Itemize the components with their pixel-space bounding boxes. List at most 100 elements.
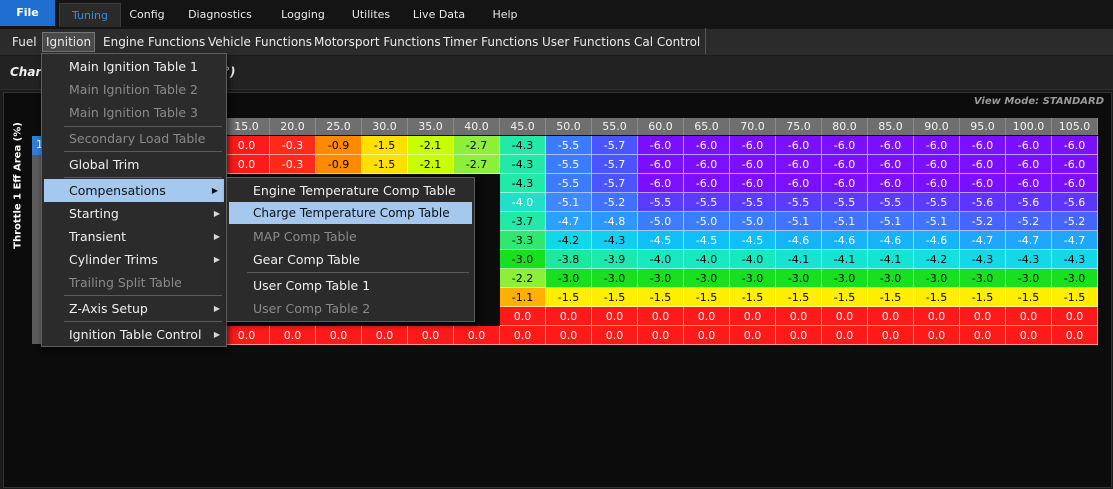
table-cell[interactable]: -4.3	[500, 136, 546, 155]
table-cell[interactable]: -6.0	[914, 155, 960, 174]
table-cell[interactable]: -6.0	[1052, 136, 1098, 155]
table-cell[interactable]: 0.0	[224, 155, 270, 174]
table-cell[interactable]: 0.0	[546, 326, 592, 345]
menu-gear-comp-table[interactable]: Gear Comp Table	[227, 248, 474, 271]
menu-transient[interactable]: Transient ▶	[42, 225, 226, 248]
submenu-cal-control[interactable]: Cal Control	[634, 33, 700, 51]
menu-charge-temperature-comp-table[interactable]: Charge Temperature Comp Table	[229, 202, 472, 224]
table-cell[interactable]: -4.3	[960, 250, 1006, 269]
table-cell[interactable]: -3.0	[822, 269, 868, 288]
table-cell[interactable]: -1.5	[1006, 288, 1052, 307]
table-cell[interactable]: 0.0	[500, 326, 546, 345]
table-cell[interactable]: -5.5	[638, 193, 684, 212]
table-cell[interactable]: -3.0	[960, 269, 1006, 288]
table-cell[interactable]: 0.0	[822, 326, 868, 345]
table-cell[interactable]: -6.0	[684, 136, 730, 155]
table-cell[interactable]: -3.7	[500, 212, 546, 231]
table-cell[interactable]: -6.0	[1052, 155, 1098, 174]
table-cell[interactable]: -4.0	[638, 250, 684, 269]
table-cell[interactable]: -4.5	[638, 231, 684, 250]
table-cell[interactable]: 0.0	[822, 307, 868, 326]
table-cell[interactable]: -5.6	[1052, 193, 1098, 212]
table-cell[interactable]: -4.5	[730, 231, 776, 250]
table-cell[interactable]: -4.7	[1052, 231, 1098, 250]
table-cell[interactable]: -4.3	[592, 231, 638, 250]
table-cell[interactable]: 0.0	[592, 307, 638, 326]
table-cell[interactable]: 0.0	[684, 326, 730, 345]
table-cell[interactable]: -4.2	[546, 231, 592, 250]
table-cell[interactable]: 0.0	[1052, 326, 1098, 345]
submenu-user-functions[interactable]: User Functions	[542, 33, 630, 51]
tab-live-data[interactable]: Live Data	[407, 3, 471, 26]
table-cell[interactable]: -4.3	[1006, 250, 1052, 269]
table-cell[interactable]: -4.1	[776, 250, 822, 269]
table-cell[interactable]: -5.2	[960, 212, 1006, 231]
table-cell[interactable]: 0.0	[592, 326, 638, 345]
table-cell[interactable]: 0.0	[638, 307, 684, 326]
table-cell[interactable]: -4.0	[730, 250, 776, 269]
table-cell[interactable]: -5.2	[592, 193, 638, 212]
menu-main-ignition-table-1[interactable]: Main Ignition Table 1	[42, 55, 226, 78]
table-cell[interactable]: -5.7	[592, 155, 638, 174]
table-cell[interactable]: -4.5	[684, 231, 730, 250]
submenu-fuel[interactable]: Fuel	[12, 33, 37, 51]
table-cell[interactable]: -2.7	[454, 155, 500, 174]
table-cell[interactable]: 0.0	[224, 326, 270, 345]
table-cell[interactable]: -1.5	[592, 288, 638, 307]
table-cell[interactable]: -6.0	[730, 155, 776, 174]
table-cell[interactable]: -6.0	[776, 174, 822, 193]
table-cell[interactable]: -0.9	[316, 136, 362, 155]
tab-diagnostics[interactable]: Diagnostics	[182, 3, 258, 26]
table-cell[interactable]: -6.0	[776, 136, 822, 155]
table-cell[interactable]: -5.5	[822, 193, 868, 212]
tab-help[interactable]: Help	[484, 3, 526, 26]
table-cell[interactable]: 0.0	[408, 326, 454, 345]
table-cell[interactable]: -3.0	[776, 269, 822, 288]
table-cell[interactable]: -6.0	[914, 174, 960, 193]
table-cell[interactable]: -5.7	[592, 136, 638, 155]
table-cell[interactable]: -5.5	[546, 155, 592, 174]
table-cell[interactable]: -5.5	[776, 193, 822, 212]
table-cell[interactable]: -6.0	[960, 136, 1006, 155]
table-cell[interactable]: -6.0	[868, 174, 914, 193]
tab-config[interactable]: Config	[122, 3, 172, 26]
table-cell[interactable]: 0.0	[316, 326, 362, 345]
table-cell[interactable]: 0.0	[960, 307, 1006, 326]
table-cell[interactable]: -4.2	[914, 250, 960, 269]
tab-tuning[interactable]: Tuning	[59, 3, 121, 27]
menu-cylinder-trims[interactable]: Cylinder Trims ▶	[42, 248, 226, 271]
table-cell[interactable]: -1.5	[868, 288, 914, 307]
tab-utilites[interactable]: Utilites	[344, 3, 398, 26]
table-cell[interactable]: -1.5	[1052, 288, 1098, 307]
table-cell[interactable]: -6.0	[822, 155, 868, 174]
table-cell[interactable]: 0.0	[454, 326, 500, 345]
table-cell[interactable]: -4.3	[1052, 250, 1098, 269]
table-cell[interactable]: -6.0	[684, 174, 730, 193]
submenu-motorsport-functions[interactable]: Motorsport Functions	[314, 33, 441, 51]
table-cell[interactable]: -5.2	[1006, 212, 1052, 231]
menu-ignition-table-control[interactable]: Ignition Table Control ▶	[42, 323, 226, 346]
table-cell[interactable]: -5.1	[776, 212, 822, 231]
menu-z-axis-setup[interactable]: Z-Axis Setup ▶	[42, 297, 226, 320]
table-cell[interactable]: -5.0	[684, 212, 730, 231]
table-cell[interactable]: -3.0	[546, 269, 592, 288]
table-cell[interactable]: -1.5	[960, 288, 1006, 307]
table-cell[interactable]: -5.0	[730, 212, 776, 231]
table-cell[interactable]: -5.5	[684, 193, 730, 212]
table-cell[interactable]: -0.3	[270, 136, 316, 155]
submenu-timer-functions[interactable]: Timer Functions	[443, 33, 538, 51]
table-cell[interactable]: -3.8	[546, 250, 592, 269]
table-cell[interactable]: 0.0	[500, 307, 546, 326]
menu-starting[interactable]: Starting ▶	[42, 202, 226, 225]
table-cell[interactable]: -3.0	[1006, 269, 1052, 288]
table-cell[interactable]: 0.0	[776, 326, 822, 345]
table-cell[interactable]: 0.0	[730, 326, 776, 345]
table-cell[interactable]: -6.0	[730, 136, 776, 155]
tab-file[interactable]: File	[0, 0, 55, 26]
table-cell[interactable]: -1.5	[914, 288, 960, 307]
table-cell[interactable]: -1.5	[638, 288, 684, 307]
table-cell[interactable]: -2.1	[408, 155, 454, 174]
table-cell[interactable]: -5.5	[730, 193, 776, 212]
table-cell[interactable]: 0.0	[270, 326, 316, 345]
table-cell[interactable]: -5.0	[638, 212, 684, 231]
